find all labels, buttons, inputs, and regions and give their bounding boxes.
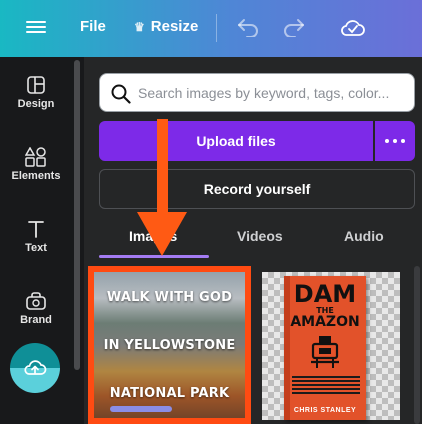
search-input[interactable] <box>138 82 410 104</box>
annotation-arrow-shaft <box>157 119 168 214</box>
more-dot <box>401 139 405 143</box>
resize-button[interactable]: ♛ Resize <box>134 18 198 35</box>
more-dots-icon <box>385 139 389 143</box>
divider <box>216 14 217 42</box>
search-icon <box>111 84 131 104</box>
image-thumbnail-yellowstone[interactable]: WALK WITH GOD IN YELLOWSTONE NATIONAL PA… <box>88 266 251 424</box>
design-icon <box>0 75 72 95</box>
more-dot <box>393 139 397 143</box>
resize-label: Resize <box>150 18 199 35</box>
cloud-upload-icon <box>24 360 47 375</box>
thumbnail-text: WALK WITH GOD <box>106 290 233 305</box>
left-rail: Design Elements Text Brand <box>0 57 72 424</box>
more-options-button[interactable] <box>375 121 415 161</box>
rail-label: Brand <box>20 314 52 326</box>
book-title: AMAZON <box>290 314 360 330</box>
record-yourself-button[interactable]: Record yourself <box>99 169 415 209</box>
rail-item-text[interactable]: Text <box>0 219 72 254</box>
file-menu[interactable]: File <box>80 18 106 35</box>
book-author: CHRIS STANLEY <box>293 407 357 414</box>
tab-audio[interactable]: Audio <box>344 228 384 244</box>
book-cover: DAM THE AMAZON CHRIS STANLEY <box>284 276 366 420</box>
panel-scrollbar[interactable] <box>414 266 420 424</box>
text-icon <box>0 219 72 239</box>
crown-icon: ♛ <box>134 19 145 34</box>
tab-videos[interactable]: Videos <box>237 228 283 244</box>
undo-icon[interactable] <box>236 17 260 42</box>
hamburger-menu-icon[interactable] <box>26 18 46 38</box>
rail-item-design[interactable]: Design <box>0 75 72 110</box>
upload-files-button[interactable]: Upload files <box>99 121 373 161</box>
dam-illustration-icon <box>311 336 339 368</box>
rail-label: Text <box>25 242 47 254</box>
rail-label: Design <box>17 98 55 110</box>
brand-icon <box>0 291 72 311</box>
top-bar: File ♛ Resize <box>0 0 422 57</box>
annotation-arrow-head <box>137 212 187 256</box>
rail-item-brand[interactable]: Brand <box>0 291 72 326</box>
rail-scrollbar[interactable] <box>74 60 80 370</box>
rail-label: Elements <box>11 170 61 182</box>
book-blurb <box>292 374 360 400</box>
book-title: DAM <box>293 280 357 308</box>
thumbnail-text: IN YELLOWSTONE <box>103 338 236 353</box>
upload-progress-bar <box>110 406 172 412</box>
thumbnail-text: NATIONAL PARK <box>109 386 230 401</box>
image-thumbnail-dam-the-amazon[interactable]: DAM THE AMAZON CHRIS STANLEY <box>262 272 400 420</box>
cloud-saved-icon[interactable] <box>340 17 366 44</box>
elements-icon <box>0 146 72 167</box>
search-bar[interactable] <box>99 73 415 112</box>
redo-icon[interactable] <box>282 17 306 42</box>
uploads-rail-button[interactable] <box>10 343 60 393</box>
rail-item-elements[interactable]: Elements <box>0 146 72 182</box>
